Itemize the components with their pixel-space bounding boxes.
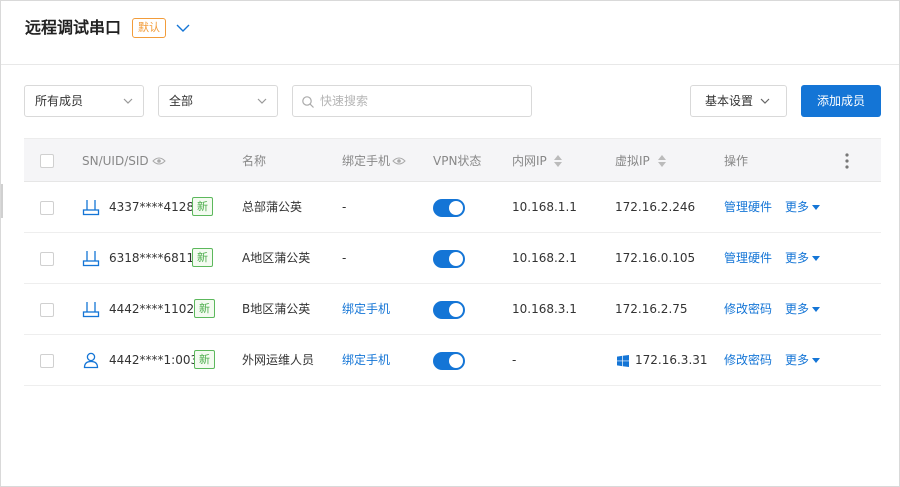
column-header-virtual-ip[interactable]: 虚拟IP (615, 139, 650, 183)
caret-down-icon (812, 205, 821, 210)
new-tag: 新 (192, 197, 213, 216)
new-tag: 新 (194, 299, 215, 318)
basic-settings-button[interactable]: 基本设置 (690, 85, 787, 117)
more-label: 更多 (785, 353, 810, 367)
eye-icon[interactable] (152, 156, 166, 166)
chevron-down-icon (123, 98, 133, 104)
vpn-toggle[interactable] (433, 301, 465, 319)
bind-phone-link[interactable]: 绑定手机 (342, 284, 390, 335)
column-header-lan-ip[interactable]: 内网IP (512, 139, 547, 183)
more-label: 更多 (785, 302, 810, 316)
page-title: 远程调试串口 (25, 18, 122, 37)
bind-phone-link[interactable]: 绑定手机 (342, 335, 390, 386)
user-icon (83, 352, 99, 369)
more-dropdown[interactable]: 更多 (785, 182, 821, 233)
column-header-actions: 操作 (724, 154, 749, 168)
virtual-ip: 172.16.2.246 (615, 200, 696, 214)
status-filter-value: 全部 (169, 94, 194, 108)
more-dropdown[interactable]: 更多 (785, 284, 821, 335)
device-name: 外网运维人员 (242, 353, 315, 367)
change-password-link[interactable]: 修改密码 (724, 335, 772, 386)
lan-ip: 10.168.2.1 (512, 251, 577, 265)
chevron-down-icon[interactable] (174, 20, 192, 36)
more-label: 更多 (785, 251, 810, 265)
basic-settings-label: 基本设置 (705, 94, 754, 108)
new-tag: 新 (192, 248, 213, 267)
vpn-toggle[interactable] (433, 250, 465, 268)
column-header-name: 名称 (242, 154, 267, 168)
page-header: 远程调试串口 默认 (1, 1, 899, 65)
device-sn: 4442****1102 (109, 302, 195, 316)
status-filter-select[interactable]: 全部 (158, 85, 278, 117)
toolbar: 所有成员 全部 基本设置 添加成员 (1, 85, 899, 117)
search-icon (302, 96, 314, 108)
toggle-knob (449, 303, 463, 317)
manage-hardware-link[interactable]: 管理硬件 (724, 182, 772, 233)
default-badge: 默认 (132, 18, 166, 38)
row-checkbox[interactable] (40, 303, 54, 317)
eye-icon[interactable] (392, 156, 406, 166)
windows-icon (617, 355, 629, 367)
member-filter-select[interactable]: 所有成员 (24, 85, 144, 117)
app-window: 远程调试串口 默认 所有成员 全部 基本设置 添加成员 (0, 0, 900, 487)
row-checkbox[interactable] (40, 201, 54, 215)
toggle-knob (449, 201, 463, 215)
row-edge-marker (1, 184, 3, 218)
router-icon (82, 302, 100, 318)
select-all-checkbox[interactable] (40, 154, 54, 168)
manage-hardware-link[interactable]: 管理硬件 (724, 233, 772, 284)
caret-down-icon (812, 256, 821, 261)
column-header-phone: 绑定手机 (342, 154, 391, 168)
lan-ip: 10.168.3.1 (512, 302, 577, 316)
new-tag: 新 (194, 350, 215, 369)
table-row: 4337****4128 新 总部蒲公英 - 10.168.1.1 172.16… (24, 182, 881, 233)
router-icon (82, 200, 100, 216)
virtual-ip: 172.16.0.105 (615, 251, 696, 265)
search-input[interactable] (318, 87, 518, 115)
table-row: 4442****1102 新 B地区蒲公英 绑定手机 10.168.3.1 17… (24, 284, 881, 335)
row-checkbox[interactable] (40, 354, 54, 368)
device-sn: 6318****6811 (109, 251, 195, 265)
row-checkbox[interactable] (40, 252, 54, 266)
more-label: 更多 (785, 200, 810, 214)
table-row: 6318****6811 新 A地区蒲公英 - 10.168.2.1 172.1… (24, 233, 881, 284)
more-options-icon[interactable] (845, 153, 849, 169)
toggle-knob (449, 252, 463, 266)
device-sn: 4442****1:003 (109, 353, 199, 367)
caret-down-icon (812, 307, 821, 312)
virtual-ip: 172.16.2.75 (615, 302, 688, 316)
more-dropdown[interactable]: 更多 (785, 233, 821, 284)
sort-icon[interactable] (658, 155, 666, 167)
more-dropdown[interactable]: 更多 (785, 335, 821, 386)
column-header-sn[interactable]: SN/UID/SID (82, 139, 149, 183)
change-password-link[interactable]: 修改密码 (724, 284, 772, 335)
device-name: B地区蒲公英 (242, 302, 311, 316)
virtual-ip: 172.16.3.31 (635, 353, 708, 367)
bound-phone: - (342, 251, 347, 265)
chevron-down-icon (760, 98, 770, 104)
add-member-button[interactable]: 添加成员 (801, 85, 881, 117)
vpn-toggle[interactable] (433, 352, 465, 370)
table-header: SN/UID/SID 名称 绑定手机 VPN状态 内网IP 虚拟IP 操作 (24, 138, 881, 182)
search-box (292, 85, 532, 117)
table-row: 4442****1:003 新 外网运维人员 绑定手机 - 172.16.3.3… (24, 335, 881, 386)
column-header-vpn: VPN状态 (433, 154, 482, 168)
device-name: A地区蒲公英 (242, 251, 311, 265)
caret-down-icon (812, 358, 821, 363)
device-sn: 4337****4128 (109, 200, 195, 214)
member-filter-value: 所有成员 (35, 94, 84, 108)
bound-phone: - (342, 200, 347, 214)
router-icon (82, 251, 100, 267)
members-table: SN/UID/SID 名称 绑定手机 VPN状态 内网IP 虚拟IP 操作 43… (24, 138, 881, 386)
lan-ip: 10.168.1.1 (512, 200, 577, 214)
sort-icon[interactable] (554, 155, 562, 167)
lan-ip: - (512, 353, 517, 367)
vpn-toggle[interactable] (433, 199, 465, 217)
chevron-down-icon (257, 98, 267, 104)
toggle-knob (449, 354, 463, 368)
device-name: 总部蒲公英 (242, 200, 303, 214)
